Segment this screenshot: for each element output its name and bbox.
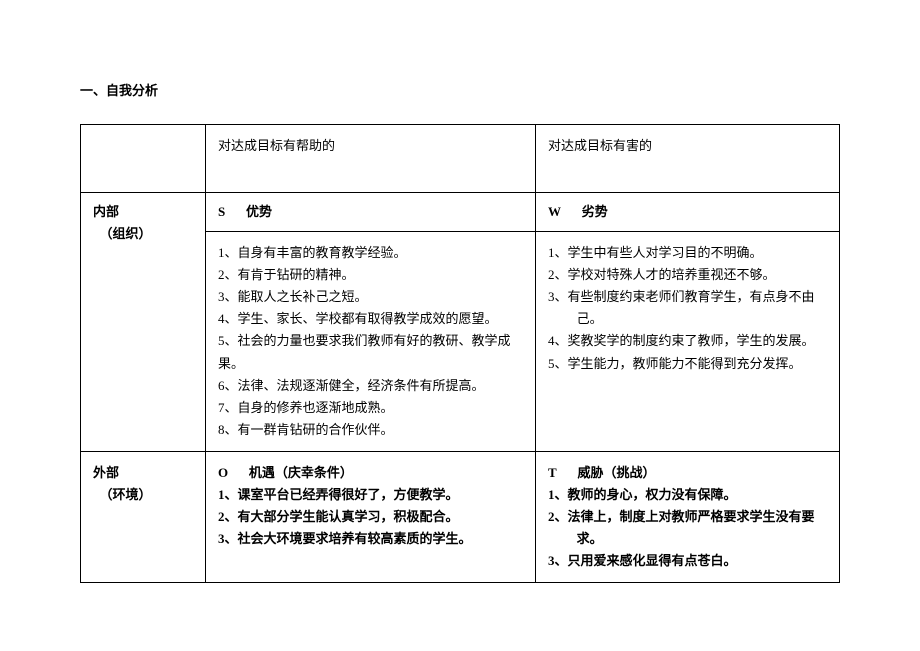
list-item: 1、教师的身心，权力没有保障。 [548,484,827,506]
s-header-cell: S 优势 [206,193,536,232]
header-empty [81,125,206,193]
list-item: 6、法律、法规逐渐健全，经济条件有所提高。 [218,375,523,397]
internal-label-row: 内部 （组织） S优势 W劣势 [81,193,840,232]
list-item: 7、自身的修养也逐渐地成熟。 [218,397,523,419]
o-title: 机遇（庆幸条件） [249,465,353,480]
external-row: 外部 （环境） O 机遇（庆幸条件） 1、课室平台已经弄得很好了，方便教学。 2、… [81,451,840,582]
s-title: 优势 [246,204,272,219]
swot-table: 对达成目标有帮助的 对达成目标有害的 内部 （组织） S 优势 W 劣势 1、自身有… [80,124,840,583]
list-item: 3、只用爱来感化显得有点苍白。 [548,550,827,572]
w-content-cell: 1、学生中有些人对学习目的不明确。 2、学校对特殊人才的培养重视还不够。 3、有… [536,232,840,452]
t-title: 威胁（挑战） [577,465,655,480]
t-content-cell: T 威胁（挑战） 1、教师的身心，权力没有保障。 2、法律上，制度上对教师严格要求… [536,451,840,582]
internal-label-sub: （组织） [93,226,152,241]
list-item-cont: 求。 [548,528,827,550]
list-item-cont: 己。 [548,308,827,330]
w-letter: W [548,204,561,219]
list-item: 4、学生、家长、学校都有取得教学成效的愿望。 [218,308,523,330]
list-item: 3、社会大环境要求培养有较高素质的学生。 [218,528,523,550]
list-item: 1、课室平台已经弄得很好了，方便教学。 [218,484,523,506]
w-title: 劣势 [582,204,608,219]
o-content-cell: O 机遇（庆幸条件） 1、课室平台已经弄得很好了，方便教学。 2、有大部分学生能认… [206,451,536,582]
s-letter: S [218,204,225,219]
header-harmful: 对达成目标有害的 [536,125,840,193]
t-letter: T [548,465,557,480]
list-item: 2、学校对特殊人才的培养重视还不够。 [548,264,827,286]
w-header-cell: W 劣势 [536,193,840,232]
list-item: 5、学生能力，教师能力不能得到充分发挥。 [548,353,827,375]
internal-label-cell: 内部 （组织） [81,193,206,452]
list-item: 1、学生中有些人对学习目的不明确。 [548,242,827,264]
list-item: 4、奖教奖学的制度约束了教师，学生的发展。 [548,330,827,352]
header-helpful: 对达成目标有帮助的 [206,125,536,193]
list-item: 1、自身有丰富的教育教学经验。 [218,242,523,264]
list-item: 5、社会的力量也要求我们教师有好的教研、教学成果。 [218,330,523,374]
list-item: 2、有大部分学生能认真学习，积极配合。 [218,506,523,528]
external-label-cell: 外部 （环境） [81,451,206,582]
s-content-cell: 1、自身有丰富的教育教学经验。 2、有肯于钻研的精神。 3、能取人之长补己之短。… [206,232,536,452]
list-item: 3、能取人之长补己之短。 [218,286,523,308]
header-row: 对达成目标有帮助的 对达成目标有害的 [81,125,840,193]
list-item: 8、有一群肯钻研的合作伙伴。 [218,419,523,441]
section-title: 一、自我分析 [80,80,840,99]
external-label-sub: （环境） [93,487,152,502]
list-item: 2、有肯于钻研的精神。 [218,264,523,286]
internal-label-main: 内部 [93,204,119,219]
external-label-main: 外部 [93,465,119,480]
list-item: 2、法律上，制度上对教师严格要求学生没有要 [548,506,827,528]
o-letter: O [218,465,228,480]
list-item: 3、有些制度约束老师们教育学生，有点身不由 [548,286,827,308]
